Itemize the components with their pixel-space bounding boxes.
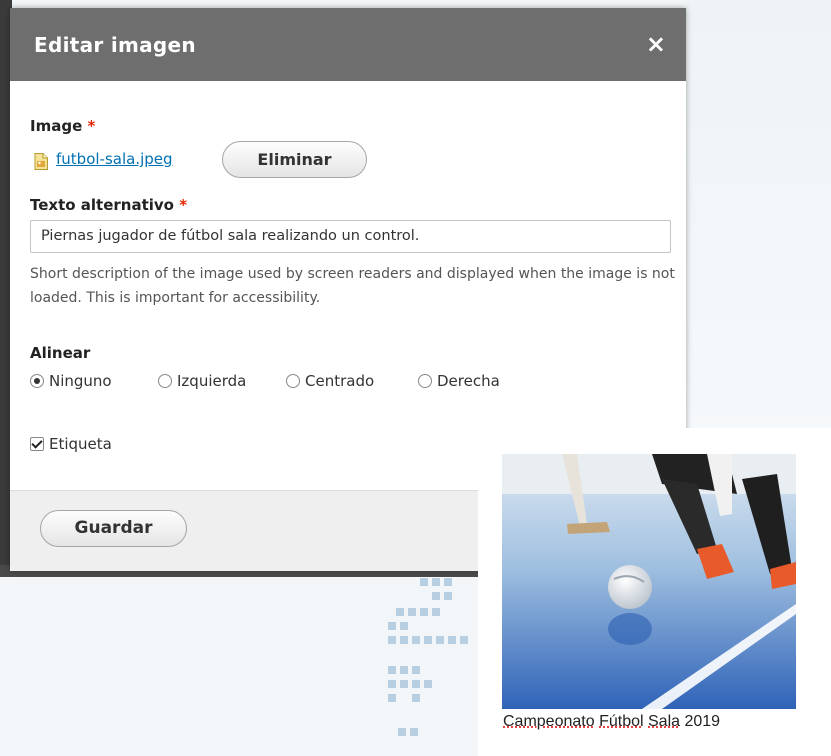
caption-checkbox-label: Etiqueta <box>49 435 112 453</box>
image-caption: Campeonato Fútbol Sala 2019 <box>503 713 720 731</box>
alt-text-label-text: Texto alternativo <box>30 196 174 214</box>
image-file-icon <box>34 153 48 170</box>
align-option-label: Ninguno <box>49 372 112 390</box>
radio-unselected[interactable] <box>286 374 300 388</box>
required-marker: * <box>179 196 188 214</box>
align-option-label: Izquierda <box>177 372 247 390</box>
alt-text-input[interactable]: Piernas jugador de fútbol sala realizand… <box>30 220 671 253</box>
caption-word: Fútbol <box>599 713 644 730</box>
align-option-izquierda[interactable]: Izquierda <box>158 372 246 390</box>
align-option-label: Derecha <box>437 372 500 390</box>
image-file-link[interactable]: futbol-sala.jpeg <box>56 150 173 168</box>
align-option-derecha[interactable]: Derecha <box>418 372 500 390</box>
caption-word: Sala <box>648 713 681 730</box>
decorative-pattern <box>388 578 478 748</box>
align-option-label: Centrado <box>305 372 375 390</box>
caption-word: 2019 <box>684 713 721 730</box>
remove-button[interactable]: Eliminar <box>222 141 367 178</box>
save-button[interactable]: Guardar <box>40 510 187 547</box>
radio-selected[interactable] <box>30 374 44 388</box>
radio-unselected[interactable] <box>158 374 172 388</box>
align-option-ninguno[interactable]: Ninguno <box>30 372 112 390</box>
image-label: Image * <box>30 117 95 135</box>
close-icon[interactable]: × <box>646 30 666 58</box>
image-preview-card: Campeonato Fútbol Sala 2019 <box>478 428 831 756</box>
dialog-title: Editar imagen <box>34 33 196 57</box>
caption-word: Campeonato <box>503 713 595 730</box>
dialog-titlebar: Editar imagen × <box>10 8 686 81</box>
required-marker: * <box>87 117 96 135</box>
align-label: Alinear <box>30 344 91 362</box>
caption-checkbox-row[interactable]: Etiqueta <box>30 435 112 453</box>
alt-text-label: Texto alternativo * <box>30 196 187 214</box>
futsal-photo <box>502 454 796 709</box>
alt-text-description: Short description of the image used by s… <box>30 266 675 306</box>
align-option-centrado[interactable]: Centrado <box>286 372 374 390</box>
radio-unselected[interactable] <box>418 374 432 388</box>
image-label-text: Image <box>30 117 83 135</box>
caption-checkbox[interactable] <box>30 437 44 451</box>
